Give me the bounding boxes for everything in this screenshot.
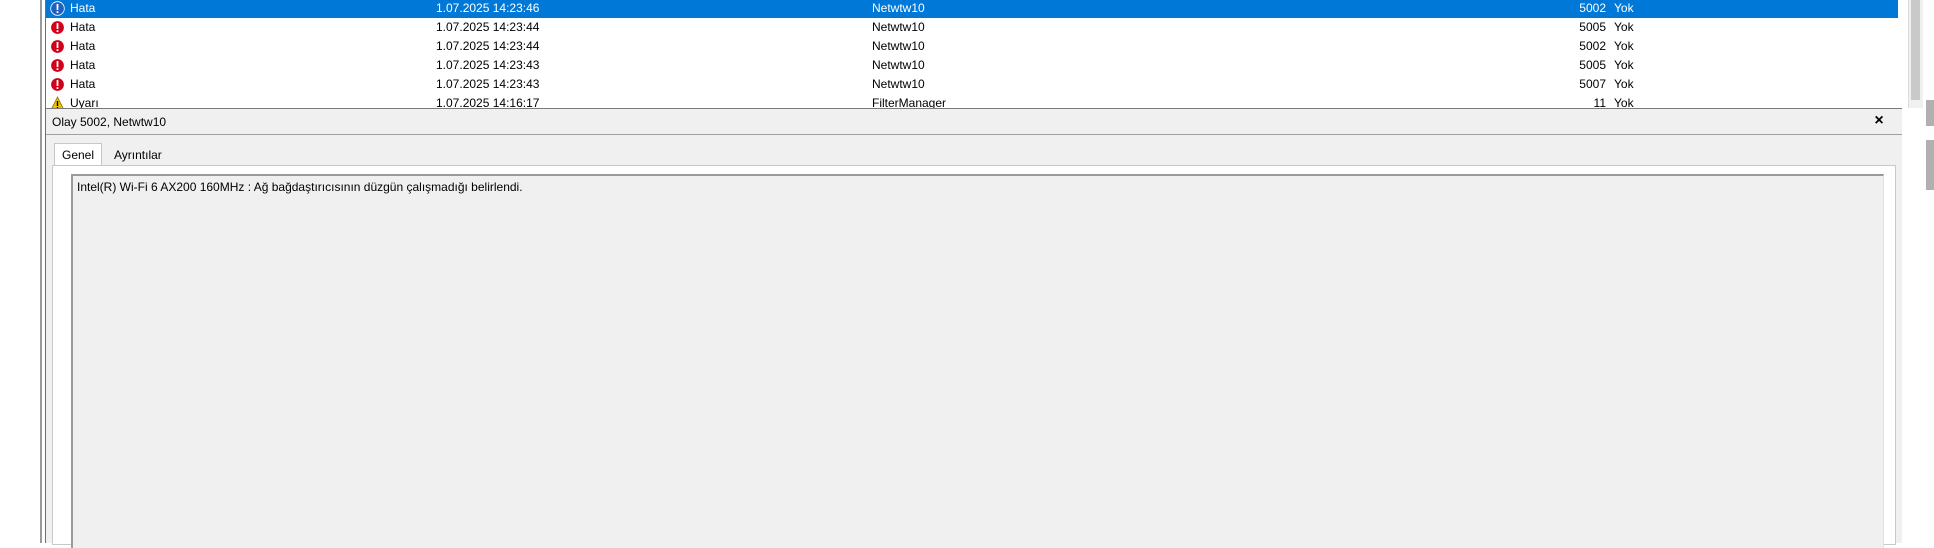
event-source: FilterManager xyxy=(872,96,947,109)
event-category: Yok xyxy=(1614,77,1634,91)
left-panel-edge xyxy=(0,0,46,543)
event-id: 11 xyxy=(1593,96,1606,109)
event-row[interactable]: Hata 1.07.2025 14:23:43 Netwtw10 5005 Yok xyxy=(46,56,1898,75)
event-level-label: Uyarı xyxy=(70,96,99,109)
right-edge xyxy=(1902,0,1934,543)
event-message-text: Intel(R) Wi-Fi 6 AX200 160MHz : Ağ bağda… xyxy=(77,180,523,194)
event-source: Netwtw10 xyxy=(872,39,925,53)
event-date: 1.07.2025 14:23:43 xyxy=(436,58,540,72)
event-date: 1.07.2025 14:16:17 xyxy=(436,96,540,109)
error-icon xyxy=(50,39,65,54)
event-row[interactable]: Hata 1.07.2025 14:23:46 Netwtw10 5002 Yok xyxy=(46,0,1898,18)
details-header: Olay 5002, Netwtw10 × xyxy=(46,110,1902,135)
event-date: 1.07.2025 14:23:46 xyxy=(436,1,540,15)
splitter[interactable] xyxy=(40,0,42,543)
event-level-label: Hata xyxy=(70,20,96,34)
event-id: 5005 xyxy=(1579,20,1606,34)
event-row[interactable]: Uyarı 1.07.2025 14:16:17 FilterManager 11 Yo… xyxy=(46,94,1898,109)
event-id: 5002 xyxy=(1579,1,1606,15)
event-level-label: Hata xyxy=(70,58,96,72)
event-level-label: Hata xyxy=(70,39,96,53)
event-row[interactable]: Hata 1.07.2025 14:23:44 Netwtw10 5005 Yok xyxy=(46,18,1898,37)
error-icon xyxy=(50,20,65,35)
info-icon xyxy=(50,1,65,16)
tab-ayrintilar[interactable]: Ayrıntılar xyxy=(107,146,169,165)
error-icon xyxy=(50,77,65,92)
event-category: Yok xyxy=(1614,58,1634,72)
event-category: Yok xyxy=(1614,1,1634,15)
event-id: 5005 xyxy=(1579,58,1606,72)
event-level-label: Hata xyxy=(70,77,96,91)
event-viewer-main: Hata 1.07.2025 14:23:46 Netwtw10 5002 Yok Hat… xyxy=(46,0,1902,548)
event-source: Netwtw10 xyxy=(872,77,925,91)
event-source: Netwtw10 xyxy=(872,20,925,34)
event-source: Netwtw10 xyxy=(872,58,925,72)
event-category: Yok xyxy=(1614,39,1634,53)
event-details-pane: Olay 5002, Netwtw10 × Genel Ayrıntılar I… xyxy=(46,110,1902,548)
event-source: Netwtw10 xyxy=(872,1,925,15)
event-message-box[interactable]: Intel(R) Wi-Fi 6 AX200 160MHz : Ağ bağda… xyxy=(71,174,1884,548)
tab-genel[interactable]: Genel xyxy=(54,143,103,167)
close-icon[interactable]: × xyxy=(1870,112,1888,130)
error-icon xyxy=(50,58,65,73)
right-edge-mark xyxy=(1926,100,1934,126)
event-date: 1.07.2025 14:23:44 xyxy=(436,20,540,34)
event-level-label: Hata xyxy=(70,1,96,15)
event-date: 1.07.2025 14:23:44 xyxy=(436,39,540,53)
list-scrollbar[interactable] xyxy=(1908,0,1923,108)
event-row[interactable]: Hata 1.07.2025 14:23:44 Netwtw10 5002 Yok xyxy=(46,37,1898,56)
event-category: Yok xyxy=(1614,96,1634,109)
event-id: 5007 xyxy=(1579,77,1606,91)
event-id: 5002 xyxy=(1579,39,1606,53)
right-edge-mark xyxy=(1926,140,1934,190)
details-title: Olay 5002, Netwtw10 xyxy=(52,115,167,129)
event-category: Yok xyxy=(1614,20,1634,34)
tab-panel-genel: Intel(R) Wi-Fi 6 AX200 160MHz : Ağ bağda… xyxy=(52,165,1896,548)
event-date: 1.07.2025 14:23:43 xyxy=(436,77,540,91)
scrollbar-thumb[interactable] xyxy=(1911,0,1920,100)
event-list[interactable]: Hata 1.07.2025 14:23:46 Netwtw10 5002 Yok Hat… xyxy=(46,0,1902,109)
warning-icon xyxy=(51,96,64,108)
event-row[interactable]: Hata 1.07.2025 14:23:43 Netwtw10 5007 Yok xyxy=(46,75,1898,94)
